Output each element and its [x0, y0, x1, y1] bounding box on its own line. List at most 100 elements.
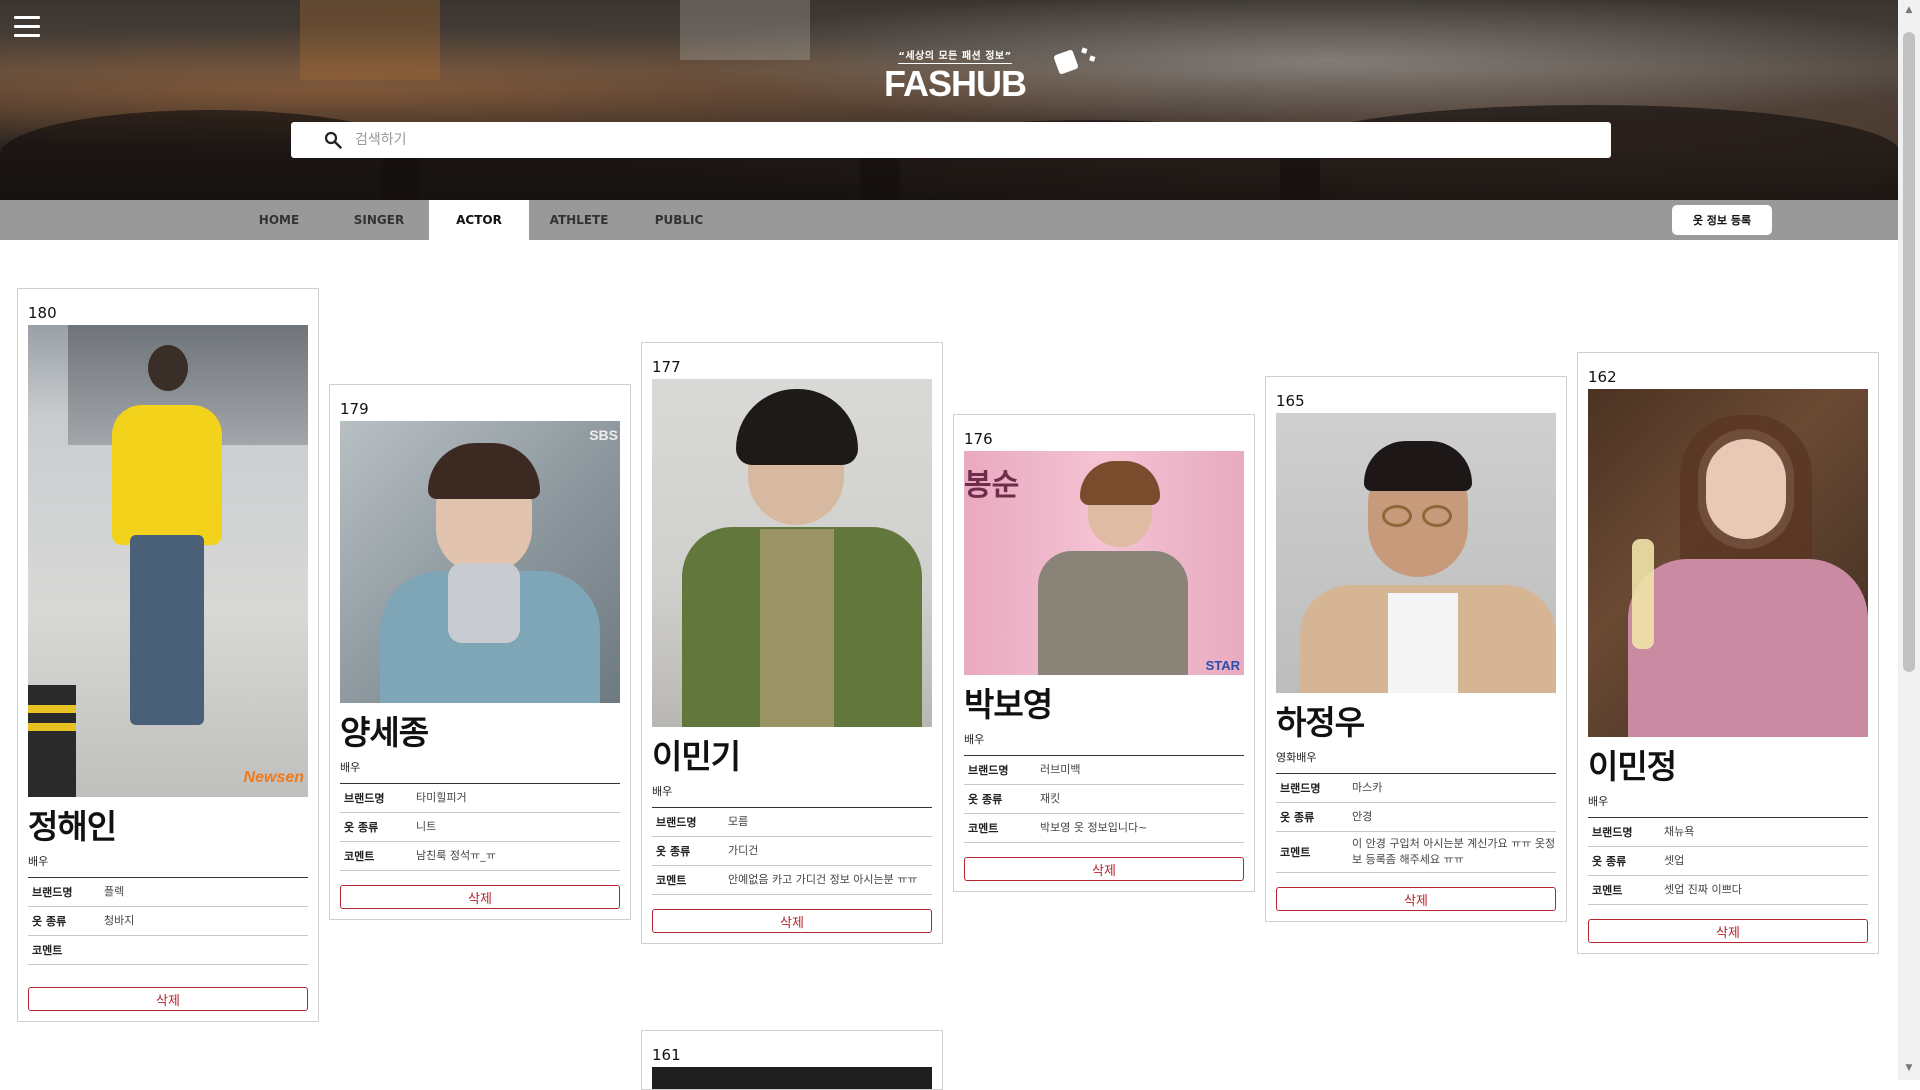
menu-icon[interactable] — [14, 16, 40, 38]
celebrity-job: 배우 — [652, 783, 932, 808]
celebrity-card: 176 봉순 STAR 박보영 배우 브랜드명 러브미백 옷 종류 재킷 코멘트… — [953, 414, 1255, 892]
comment-row: 코멘트 안예없음 카고 가디건 정보 아시는분 ㅠㅠ — [652, 866, 932, 895]
card-number: 176 — [964, 430, 993, 448]
celebrity-photo[interactable] — [1588, 389, 1868, 737]
brand-label: 브랜드명 — [656, 816, 697, 829]
type-row: 옷 종류 재킷 — [964, 785, 1244, 814]
celebrity-card: 165 하정우 영화배우 브랜드명 마스카 옷 종류 안경 코멘트 이 안경 구… — [1265, 376, 1567, 922]
comment-value: 박보영 옷 정보입니다~ — [1040, 821, 1148, 834]
scroll-down-icon[interactable]: ▼ — [1903, 1062, 1915, 1074]
celebrity-photo[interactable] — [652, 379, 932, 727]
brand-value: 모름 — [728, 815, 749, 828]
brand-value: 타미힐피거 — [416, 791, 467, 804]
card-number: 179 — [340, 400, 369, 418]
type-label: 옷 종류 — [1280, 811, 1315, 824]
building-shape — [680, 0, 810, 60]
type-label: 옷 종류 — [32, 915, 67, 928]
celebrity-photo[interactable] — [652, 1067, 932, 1089]
tab-public[interactable]: PUBLIC — [629, 200, 729, 240]
brand-value: 플렉 — [104, 885, 125, 898]
delete-button[interactable]: 삭제 — [340, 885, 620, 909]
type-label: 옷 종류 — [1592, 855, 1627, 868]
tab-athlete[interactable]: ATHLETE — [529, 200, 629, 240]
comment-label: 코멘트 — [968, 822, 999, 835]
comment-row: 코멘트 셋업 진짜 이쁘다 — [1588, 876, 1868, 905]
celebrity-job: 배우 — [28, 853, 308, 878]
celebrity-name: 박보영 — [964, 685, 1053, 724]
type-value: 셋업 — [1664, 854, 1685, 867]
celebrity-photo[interactable] — [1276, 413, 1556, 693]
delete-button[interactable]: 삭제 — [28, 987, 308, 1011]
celebrity-photo[interactable]: SBS — [340, 421, 620, 703]
scroll-up-icon[interactable]: ▲ — [1903, 4, 1915, 16]
celebrity-card: 177 이민기 배우 브랜드명 모름 옷 종류 가디건 코멘트 안예없음 카고 … — [641, 342, 943, 944]
type-row: 옷 종류 가디건 — [652, 837, 932, 866]
celebrity-job: 배우 — [1588, 793, 1868, 818]
brand-label: 브랜드명 — [1592, 826, 1633, 839]
brand-row: 브랜드명 플렉 — [28, 878, 308, 907]
delete-button[interactable]: 삭제 — [652, 909, 932, 933]
tab-singer[interactable]: SINGER — [329, 200, 429, 240]
brand-label: 브랜드명 — [968, 764, 1009, 777]
comment-value: 안예없음 카고 가디건 정보 아시는분 ㅠㅠ — [728, 873, 918, 886]
logo-brand-name: FASHUB — [883, 63, 1027, 104]
comment-row: 코멘트 — [28, 936, 308, 965]
tab-home[interactable]: HOME — [229, 200, 329, 240]
brand-value: 마스카 — [1352, 781, 1383, 794]
search-input[interactable] — [355, 123, 1611, 157]
photo-watermark: Newsen — [243, 769, 304, 786]
tab-actor[interactable]: ACTOR — [429, 200, 529, 240]
page-scrollbar[interactable]: ▲ ▼ — [1898, 0, 1920, 1080]
celebrity-card: 179 SBS 양세종 배우 브랜드명 타미힐피거 옷 종류 니트 코멘트 남친… — [329, 384, 631, 920]
header-banner: “세상의 모든 패션 정보” FASHUB — [0, 0, 1898, 200]
celebrity-job: 배우 — [340, 759, 620, 784]
celebrity-photo[interactable]: Newsen — [28, 325, 308, 797]
type-row: 옷 종류 청바지 — [28, 907, 308, 936]
comment-row: 코멘트 박보영 옷 정보입니다~ — [964, 814, 1244, 843]
comment-label: 코멘트 — [32, 944, 63, 957]
brand-row: 브랜드명 모름 — [652, 808, 932, 837]
comment-row: 코멘트 남친룩 정석ㅠ_ㅠ — [340, 842, 620, 871]
type-value: 니트 — [416, 820, 437, 833]
register-clothes-button[interactable]: 옷 정보 등록 — [1672, 205, 1772, 235]
brand-row: 브랜드명 타미힐피거 — [340, 784, 620, 813]
brand-row: 브랜드명 채뉴욕 — [1588, 818, 1868, 847]
search-bar — [291, 122, 1611, 158]
delete-button[interactable]: 삭제 — [1276, 887, 1556, 911]
delete-button[interactable]: 삭제 — [1588, 919, 1868, 943]
celebrity-name: 이민정 — [1588, 747, 1677, 786]
type-value: 가디건 — [728, 844, 759, 857]
search-icon[interactable] — [311, 122, 355, 158]
type-label: 옷 종류 — [968, 793, 1003, 806]
type-label: 옷 종류 — [656, 845, 691, 858]
brand-value: 채뉴욕 — [1664, 825, 1695, 838]
card-number: 165 — [1276, 392, 1305, 410]
brand-row: 브랜드명 러브미백 — [964, 756, 1244, 785]
type-value: 청바지 — [104, 914, 135, 927]
celebrity-job: 배우 — [964, 731, 1244, 756]
celebrity-job: 영화배우 — [1276, 749, 1556, 774]
delete-button[interactable]: 삭제 — [964, 857, 1244, 881]
scrollbar-thumb[interactable] — [1903, 32, 1915, 672]
card-number: 162 — [1588, 368, 1617, 386]
site-logo[interactable]: “세상의 모든 패션 정보” FASHUB — [870, 44, 1040, 104]
comment-value: 셋업 진짜 이쁘다 — [1664, 883, 1742, 896]
card-number: 161 — [652, 1046, 681, 1064]
comment-label: 코멘트 — [1592, 884, 1623, 897]
celebrity-name: 양세종 — [340, 713, 429, 752]
comment-label: 코멘트 — [1280, 846, 1311, 859]
logo-tagline: “세상의 모든 패션 정보” — [898, 47, 1012, 64]
brand-row: 브랜드명 마스카 — [1276, 774, 1556, 803]
comment-row: 코멘트 이 안경 구입처 아시는분 계신가요 ㅠㅠ 옷정보 등록좀 해주세요 ㅠ… — [1276, 832, 1556, 873]
celebrity-name: 이민기 — [652, 737, 741, 776]
celebrity-photo[interactable]: 봉순 STAR — [964, 451, 1244, 675]
celebrity-card: 162 이민정 배우 브랜드명 채뉴욕 옷 종류 셋업 코멘트 셋업 진짜 이쁘… — [1577, 352, 1879, 954]
type-row: 옷 종류 니트 — [340, 813, 620, 842]
type-row: 옷 종류 안경 — [1276, 803, 1556, 832]
brand-label: 브랜드명 — [344, 792, 385, 805]
celebrity-card: 180 Newsen 정해인 배우 브랜드명 플렉 옷 종류 청바지 코멘트 삭… — [17, 288, 319, 1022]
brand-label: 브랜드명 — [32, 886, 73, 899]
celebrity-name: 하정우 — [1276, 703, 1365, 742]
celebrity-card: 161 — [641, 1030, 943, 1090]
card-number: 177 — [652, 358, 681, 376]
